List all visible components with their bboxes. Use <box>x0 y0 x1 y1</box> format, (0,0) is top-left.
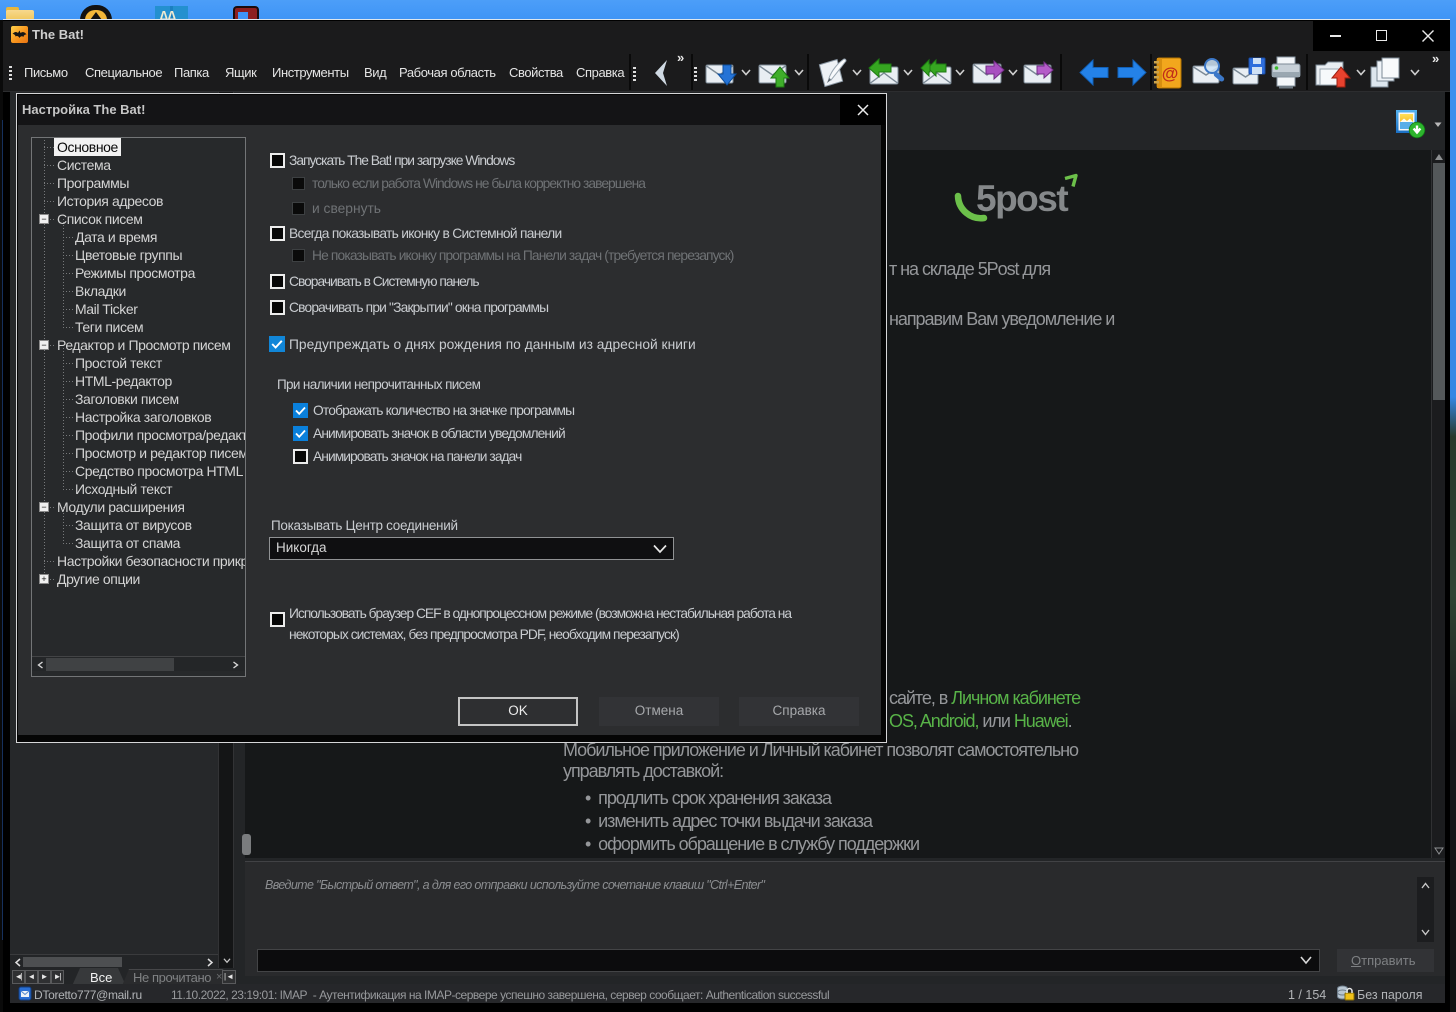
svg-text:5post: 5post <box>976 178 1068 219</box>
svg-text:@: @ <box>1162 64 1179 83</box>
